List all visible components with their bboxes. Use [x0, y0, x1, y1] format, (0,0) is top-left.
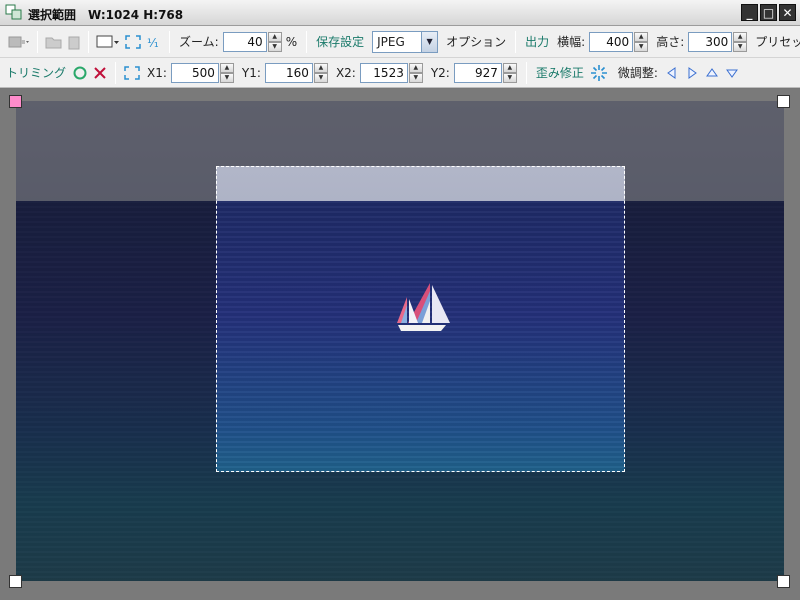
y2-stepper[interactable]: ▲▼: [453, 62, 517, 83]
app-icon: [5, 4, 22, 20]
actual-size-icon[interactable]: ¹⁄₁: [146, 31, 162, 53]
y2-down-arrow-icon[interactable]: ▼: [502, 72, 517, 83]
x1-down-arrow-icon[interactable]: ▼: [219, 72, 234, 83]
trim-label: トリミング: [6, 66, 67, 80]
window-title: 選択範囲 W:1024 H:768: [28, 8, 184, 22]
svg-text:¹⁄₁: ¹⁄₁: [147, 36, 159, 50]
height-input[interactable]: [688, 31, 733, 52]
height-up-arrow-icon[interactable]: ▲: [733, 31, 748, 42]
preset-button[interactable]: プリセット: [755, 33, 800, 50]
dim-overlay-top: [16, 101, 784, 166]
y1-down-arrow-icon[interactable]: ▼: [313, 72, 328, 83]
save-settings-label: 保存設定: [316, 35, 365, 49]
y1-input[interactable]: [264, 62, 313, 83]
trim-toolbar: トリミング X1: ▲▼ Y1: ▲▼ X2: ▲▼ Y2: ▲▼ 歪み修正 微…: [0, 58, 800, 88]
corner-handle-top-right[interactable]: [777, 95, 790, 108]
nudge-down-icon[interactable]: [724, 62, 740, 84]
title-bar: 選択範囲 W:1024 H:768 _ □ ✕: [0, 0, 800, 26]
maximize-button[interactable]: □: [760, 4, 777, 21]
x1-stepper[interactable]: ▲▼: [170, 62, 234, 83]
y2-up-arrow-icon[interactable]: ▲: [502, 62, 517, 73]
y1-label: Y1:: [241, 65, 261, 80]
camera-dropdown-icon[interactable]: [8, 31, 30, 53]
y1-up-arrow-icon[interactable]: ▲: [313, 62, 328, 73]
width-stepper[interactable]: ▲▼: [589, 31, 649, 52]
corner-handle-bottom-left[interactable]: [9, 575, 22, 588]
width-label: 横幅:: [557, 35, 586, 49]
x1-up-arrow-icon[interactable]: ▲: [219, 62, 234, 73]
chevron-down-icon[interactable]: ▼: [421, 31, 438, 52]
zoom-label: ズーム:: [179, 35, 219, 49]
photo-preview[interactable]: [16, 101, 784, 581]
x2-down-arrow-icon[interactable]: ▼: [408, 72, 423, 83]
output-label: 出力: [525, 35, 550, 49]
nudge-left-icon[interactable]: [664, 62, 680, 84]
canvas-area[interactable]: [0, 89, 800, 600]
selection-rectangle[interactable]: [216, 166, 625, 472]
y2-input[interactable]: [453, 62, 502, 83]
options-button[interactable]: オプション: [446, 33, 506, 50]
x1-label: X1:: [147, 65, 167, 80]
zoom-up-arrow-icon[interactable]: ▲: [267, 31, 282, 42]
corner-handle-top-left[interactable]: [9, 95, 22, 108]
zoom-unit: %: [285, 34, 298, 49]
x2-input[interactable]: [359, 62, 408, 83]
dim-overlay-left: [16, 166, 216, 472]
confirm-circle-icon[interactable]: [72, 62, 88, 84]
height-label: 高さ:: [656, 35, 685, 49]
x2-up-arrow-icon[interactable]: ▲: [408, 62, 423, 73]
dim-overlay-bottom: [16, 472, 784, 581]
open-folder-icon[interactable]: [45, 31, 63, 53]
y1-stepper[interactable]: ▲▼: [264, 62, 328, 83]
fine-adjust-label: 微調整:: [617, 66, 658, 80]
close-button[interactable]: ✕: [779, 4, 796, 21]
delete-icon[interactable]: [67, 31, 81, 53]
format-value: JPEG: [377, 34, 405, 49]
sparkle-icon[interactable]: [590, 62, 608, 84]
main-toolbar: ¹⁄₁ ズーム: ▲▼ % 保存設定 JPEG ▼ オプション 出力 横幅: ▲…: [0, 26, 800, 58]
dim-overlay-right: [625, 166, 784, 472]
width-input[interactable]: [589, 31, 634, 52]
height-stepper[interactable]: ▲▼: [688, 31, 748, 52]
distortion-fix-button[interactable]: 歪み修正: [536, 64, 584, 81]
zoom-stepper[interactable]: ▲▼: [222, 31, 282, 52]
nudge-right-icon[interactable]: [684, 62, 700, 84]
frame-dropdown-icon[interactable]: [96, 31, 120, 53]
cancel-x-icon[interactable]: [92, 62, 108, 84]
x1-input[interactable]: [170, 62, 219, 83]
corner-handle-bottom-right[interactable]: [777, 575, 790, 588]
x2-label: X2:: [335, 65, 356, 80]
width-up-arrow-icon[interactable]: ▲: [634, 31, 649, 42]
height-down-arrow-icon[interactable]: ▼: [733, 41, 748, 52]
x2-stepper[interactable]: ▲▼: [359, 62, 423, 83]
width-down-arrow-icon[interactable]: ▼: [634, 41, 649, 52]
minimize-button[interactable]: _: [741, 4, 758, 21]
y2-label: Y2:: [430, 65, 450, 80]
format-select[interactable]: JPEG ▼: [372, 30, 439, 53]
select-all-icon[interactable]: [123, 62, 141, 84]
fit-window-icon[interactable]: [124, 31, 142, 53]
zoom-down-arrow-icon[interactable]: ▼: [267, 41, 282, 52]
nudge-up-icon[interactable]: [704, 62, 720, 84]
zoom-input[interactable]: [222, 31, 267, 52]
